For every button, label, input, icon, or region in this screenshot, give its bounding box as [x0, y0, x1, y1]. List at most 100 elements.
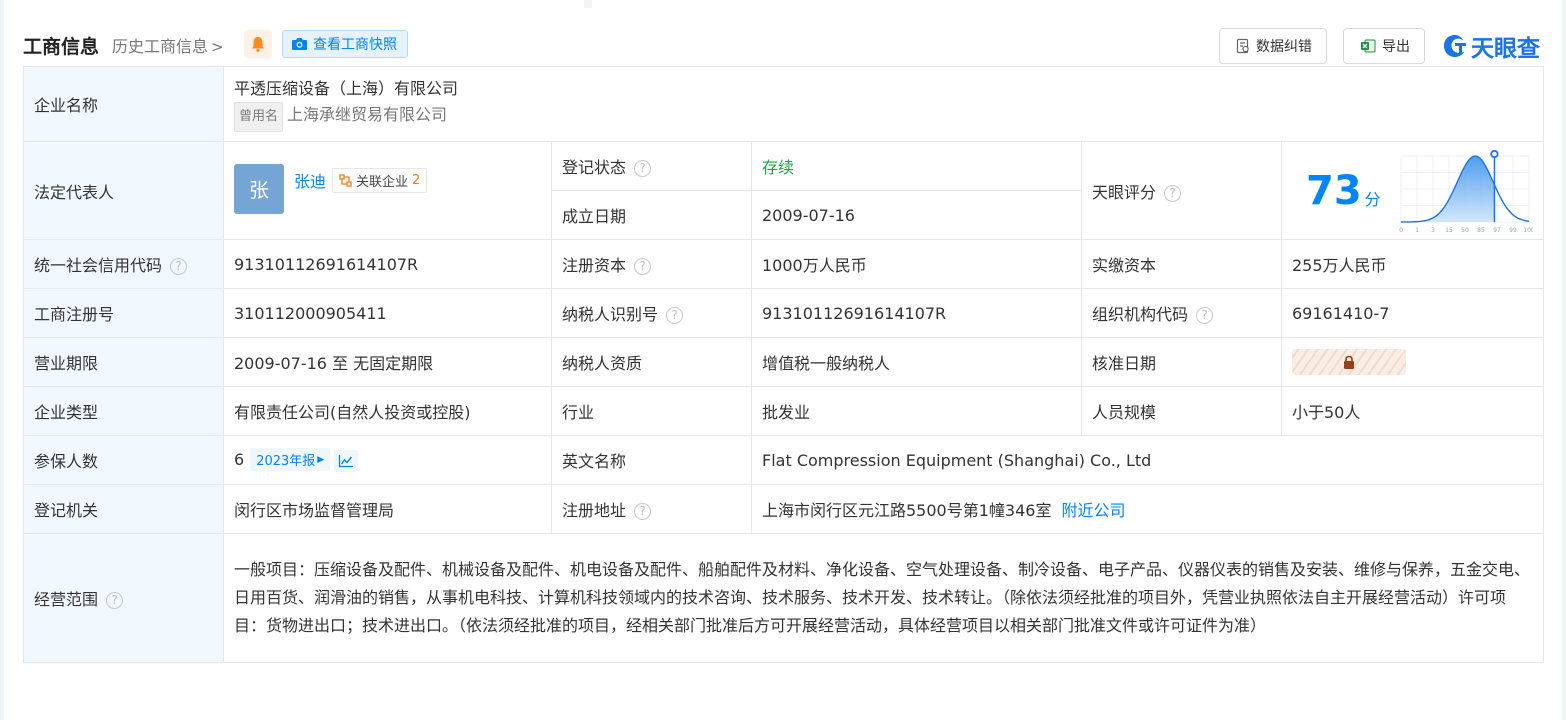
- score-label: 天眼评分: [1092, 182, 1157, 202]
- tax-qualification-value: 增值税一般纳税人: [751, 337, 1082, 387]
- top-strip-segment: [592, 0, 1562, 8]
- help-icon[interactable]: ?: [634, 258, 652, 275]
- top-strip-segment: [4, 0, 584, 8]
- history-link[interactable]: 历史工商信息 >: [112, 33, 224, 57]
- address-value: 上海市闵行区元江路5500号第1幢346室: [762, 501, 1052, 520]
- caret-right-icon: ▶: [317, 454, 325, 465]
- company-type-label: 企业类型: [23, 386, 224, 436]
- help-icon[interactable]: ?: [170, 258, 188, 275]
- locked-value[interactable]: [1292, 349, 1406, 375]
- camera-icon: [292, 38, 307, 50]
- approval-date-label: 核准日期: [1081, 337, 1282, 387]
- table-row: 法定代表人 张 张迪 关联企业 2 登记状态? 存续 天眼评分? 73 分 0 …: [23, 141, 1545, 240]
- company-name-cell: 平透压缩设备（上海）有限公司 曾用名 上海承继贸易有限公司: [222, 66, 1545, 142]
- credit-code-label: 统一社会信用代码: [34, 256, 163, 275]
- legal-rep-cell: 张 张迪 关联企业 2: [223, 141, 552, 240]
- snapshot-button[interactable]: 查看工商快照: [282, 30, 408, 58]
- relation-graph-icon: [339, 173, 352, 187]
- insured-cell: 6 2023年报 ▶: [223, 435, 552, 485]
- reg-capital-label: 注册资本: [562, 256, 627, 275]
- status-label-cell: 登记状态?: [551, 141, 752, 191]
- reg-capital-value: 1000万人民币: [751, 239, 1082, 289]
- reg-no-value: 310112000905411: [223, 288, 552, 338]
- score-axis-tick: 15: [1445, 227, 1453, 234]
- chevron-right-icon: >: [211, 38, 224, 56]
- score-marker-dot: [1490, 149, 1499, 158]
- status-value: 存续: [751, 141, 1082, 191]
- insured-value: 6: [234, 450, 245, 470]
- legal-rep-name[interactable]: 张迪: [294, 168, 326, 192]
- trend-chart-button[interactable]: [334, 449, 359, 472]
- table-row: 营业期限 2009-07-16 至 无固定期限 纳税人资质 增值税一般纳税人 核…: [23, 337, 1545, 387]
- taxpayer-id-value: 91310112691614107R: [751, 288, 1082, 338]
- excel-icon: [1361, 39, 1376, 53]
- paid-capital-label: 实缴资本: [1081, 239, 1282, 289]
- company-name: 平透压缩设备（上海）有限公司: [234, 79, 459, 98]
- credit-code-value: 91310112691614107R: [223, 239, 552, 289]
- help-icon[interactable]: ?: [634, 503, 652, 520]
- nearby-companies-link[interactable]: 附近公司: [1061, 501, 1125, 520]
- help-icon[interactable]: ?: [634, 160, 652, 177]
- registration-authority-value: 闵行区市场监督管理局: [223, 484, 552, 534]
- term-value: 2009-07-16 至 无固定期限: [223, 337, 552, 387]
- former-name: 上海承继贸易有限公司: [287, 105, 448, 124]
- score-axis-tick: 99: [1509, 227, 1517, 234]
- lock-icon: [1344, 355, 1354, 369]
- score-cell[interactable]: 73 分 0 1 3 15 50 85 97 99 100: [1280, 141, 1545, 240]
- export-button[interactable]: 导出: [1343, 28, 1425, 64]
- business-info-table: 企业名称 平透压缩设备（上海）有限公司 曾用名 上海承继贸易有限公司 法定代表人 …: [23, 66, 1545, 663]
- table-row: 企业类型 有限责任公司(自然人投资或控股) 行业 批发业 人员规模 小于50人: [23, 386, 1545, 436]
- snapshot-label: 查看工商快照: [313, 37, 397, 53]
- legal-rep-label: 法定代表人: [23, 141, 224, 240]
- related-companies-label: 关联企业: [356, 174, 409, 190]
- address-label: 注册地址: [562, 501, 627, 520]
- former-name-row: 曾用名 上海承继贸易有限公司: [234, 102, 1533, 132]
- credit-code-label-cell: 统一社会信用代码?: [23, 239, 224, 289]
- registration-authority-label: 登记机关: [23, 484, 224, 534]
- industry-value: 批发业: [751, 386, 1082, 436]
- org-code-label: 组织机构代码: [1092, 305, 1189, 324]
- english-name-value: Flat Compression Equipment (Shanghai) Co…: [750, 435, 1545, 485]
- table-row: 登记机关 闵行区市场监督管理局 注册地址? 上海市闵行区元江路5500号第1幢3…: [23, 484, 1545, 534]
- staff-size-label: 人员规模: [1081, 386, 1282, 436]
- score-axis-labels: 0 1 3 15 50 85 97 99 100: [1399, 227, 1533, 234]
- business-scope-value: 一般项目：压缩设备及配件、机械设备及配件、机电设备及配件、船舶配件及材料、净化设…: [222, 533, 1545, 663]
- table-row: 企业名称 平透压缩设备（上海）有限公司 曾用名 上海承继贸易有限公司: [23, 66, 1545, 142]
- industry-label: 行业: [551, 386, 752, 436]
- export-label: 导出: [1382, 39, 1410, 55]
- logo-mark-icon: [1444, 35, 1466, 57]
- company-name-label: 企业名称: [23, 66, 224, 142]
- related-companies-count: 2: [412, 172, 421, 188]
- paid-capital-value: 255万人民币: [1280, 239, 1545, 289]
- related-companies-badge[interactable]: 关联企业 2: [332, 167, 428, 193]
- status-label: 登记状态: [562, 158, 627, 177]
- founded-label: 成立日期: [551, 190, 752, 240]
- data-correction-label: 数据纠错: [1256, 39, 1312, 55]
- business-info-card: 工商信息 历史工商信息 > 查看工商快照 数据纠错 导出 天眼查 企业名称 平透…: [4, 8, 1562, 720]
- line-chart-icon: [339, 454, 354, 467]
- section-title: 工商信息: [23, 36, 100, 58]
- logo-text: 天眼查: [1471, 36, 1540, 62]
- tianyancha-logo[interactable]: 天眼查: [1442, 29, 1540, 63]
- reg-capital-label-cell: 注册资本?: [551, 239, 752, 289]
- company-type-value: 有限责任公司(自然人投资或控股): [223, 386, 552, 436]
- org-code-label-cell: 组织机构代码?: [1081, 288, 1282, 338]
- insured-label: 参保人数: [23, 435, 224, 485]
- help-icon[interactable]: ?: [666, 307, 684, 324]
- business-scope-label: 经营范围: [34, 590, 99, 609]
- bell-icon: [252, 37, 264, 52]
- former-name-tag: 曾用名: [234, 102, 284, 132]
- help-icon[interactable]: ?: [1196, 307, 1214, 324]
- score-unit: 分: [1364, 189, 1381, 209]
- taxpayer-id-label-cell: 纳税人识别号?: [551, 288, 752, 338]
- data-correction-button[interactable]: 数据纠错: [1219, 28, 1327, 64]
- annual-report-tag[interactable]: 2023年报 ▶: [250, 448, 331, 472]
- table-row: 统一社会信用代码? 91310112691614107R 注册资本? 1000万…: [23, 239, 1545, 289]
- score-axis-tick: 50: [1461, 227, 1469, 234]
- score-axis-tick: 85: [1477, 227, 1485, 234]
- bell-button[interactable]: [244, 30, 272, 58]
- help-icon[interactable]: ?: [1164, 184, 1182, 202]
- table-row: 经营范围? 一般项目：压缩设备及配件、机械设备及配件、机电设备及配件、船舶配件及…: [23, 533, 1545, 663]
- tax-qualification-label: 纳税人资质: [551, 337, 752, 387]
- help-icon[interactable]: ?: [106, 592, 124, 609]
